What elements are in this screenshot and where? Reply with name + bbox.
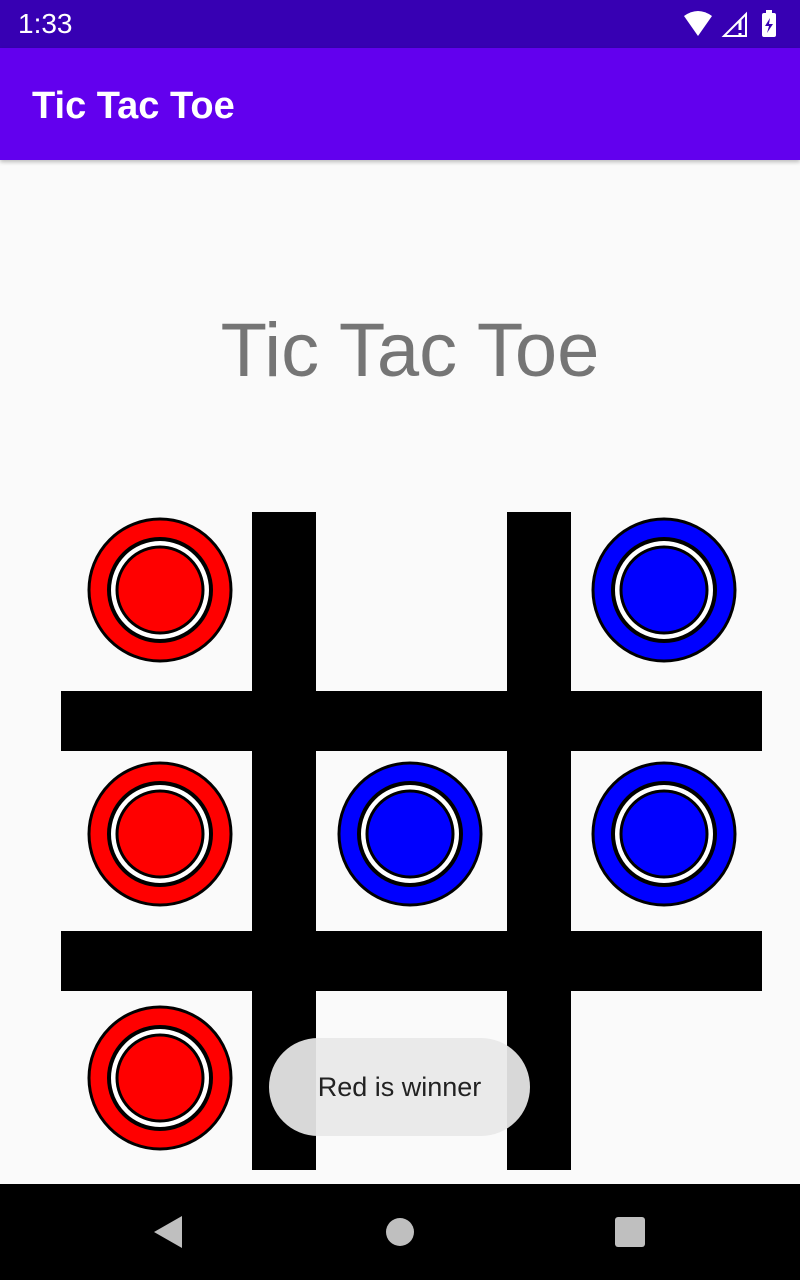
toast-message: Red is winner (317, 1071, 482, 1102)
board-line-horizontal-top (61, 691, 762, 751)
home-icon[interactable] (380, 1212, 420, 1252)
status-icons (676, 10, 786, 38)
status-bar: 1:33 (0, 0, 800, 48)
game-heading: Tic Tac Toe (220, 308, 600, 393)
winner-toast: Red is winner (269, 1038, 530, 1136)
board-cell-4[interactable] (85, 759, 235, 909)
recents-icon[interactable] (610, 1212, 650, 1252)
board-cell-1[interactable] (85, 515, 235, 665)
board-cell-7[interactable] (85, 1003, 235, 1153)
board-cell-5[interactable] (335, 759, 485, 909)
navigation-bar (0, 1184, 800, 1280)
wifi-icon (684, 11, 712, 36)
battery-charging-icon (762, 10, 776, 37)
board-cell-2[interactable] (339, 515, 489, 665)
blue-piece (591, 517, 737, 663)
back-icon[interactable] (150, 1212, 190, 1252)
app-bar-title: Tic Tac Toe (32, 85, 235, 127)
app-bar: Tic Tac Toe (0, 48, 800, 160)
cell-signal-icon (721, 11, 747, 37)
board-line-horizontal-bottom (61, 931, 762, 991)
red-piece (87, 1005, 233, 1151)
red-piece (87, 517, 233, 663)
board-cell-3[interactable] (589, 515, 739, 665)
board-cell-9[interactable] (589, 1003, 739, 1153)
status-time: 1:33 (18, 8, 73, 39)
red-piece (87, 761, 233, 907)
blue-piece (337, 761, 483, 907)
blue-piece (591, 761, 737, 907)
board-cell-6[interactable] (589, 759, 739, 909)
